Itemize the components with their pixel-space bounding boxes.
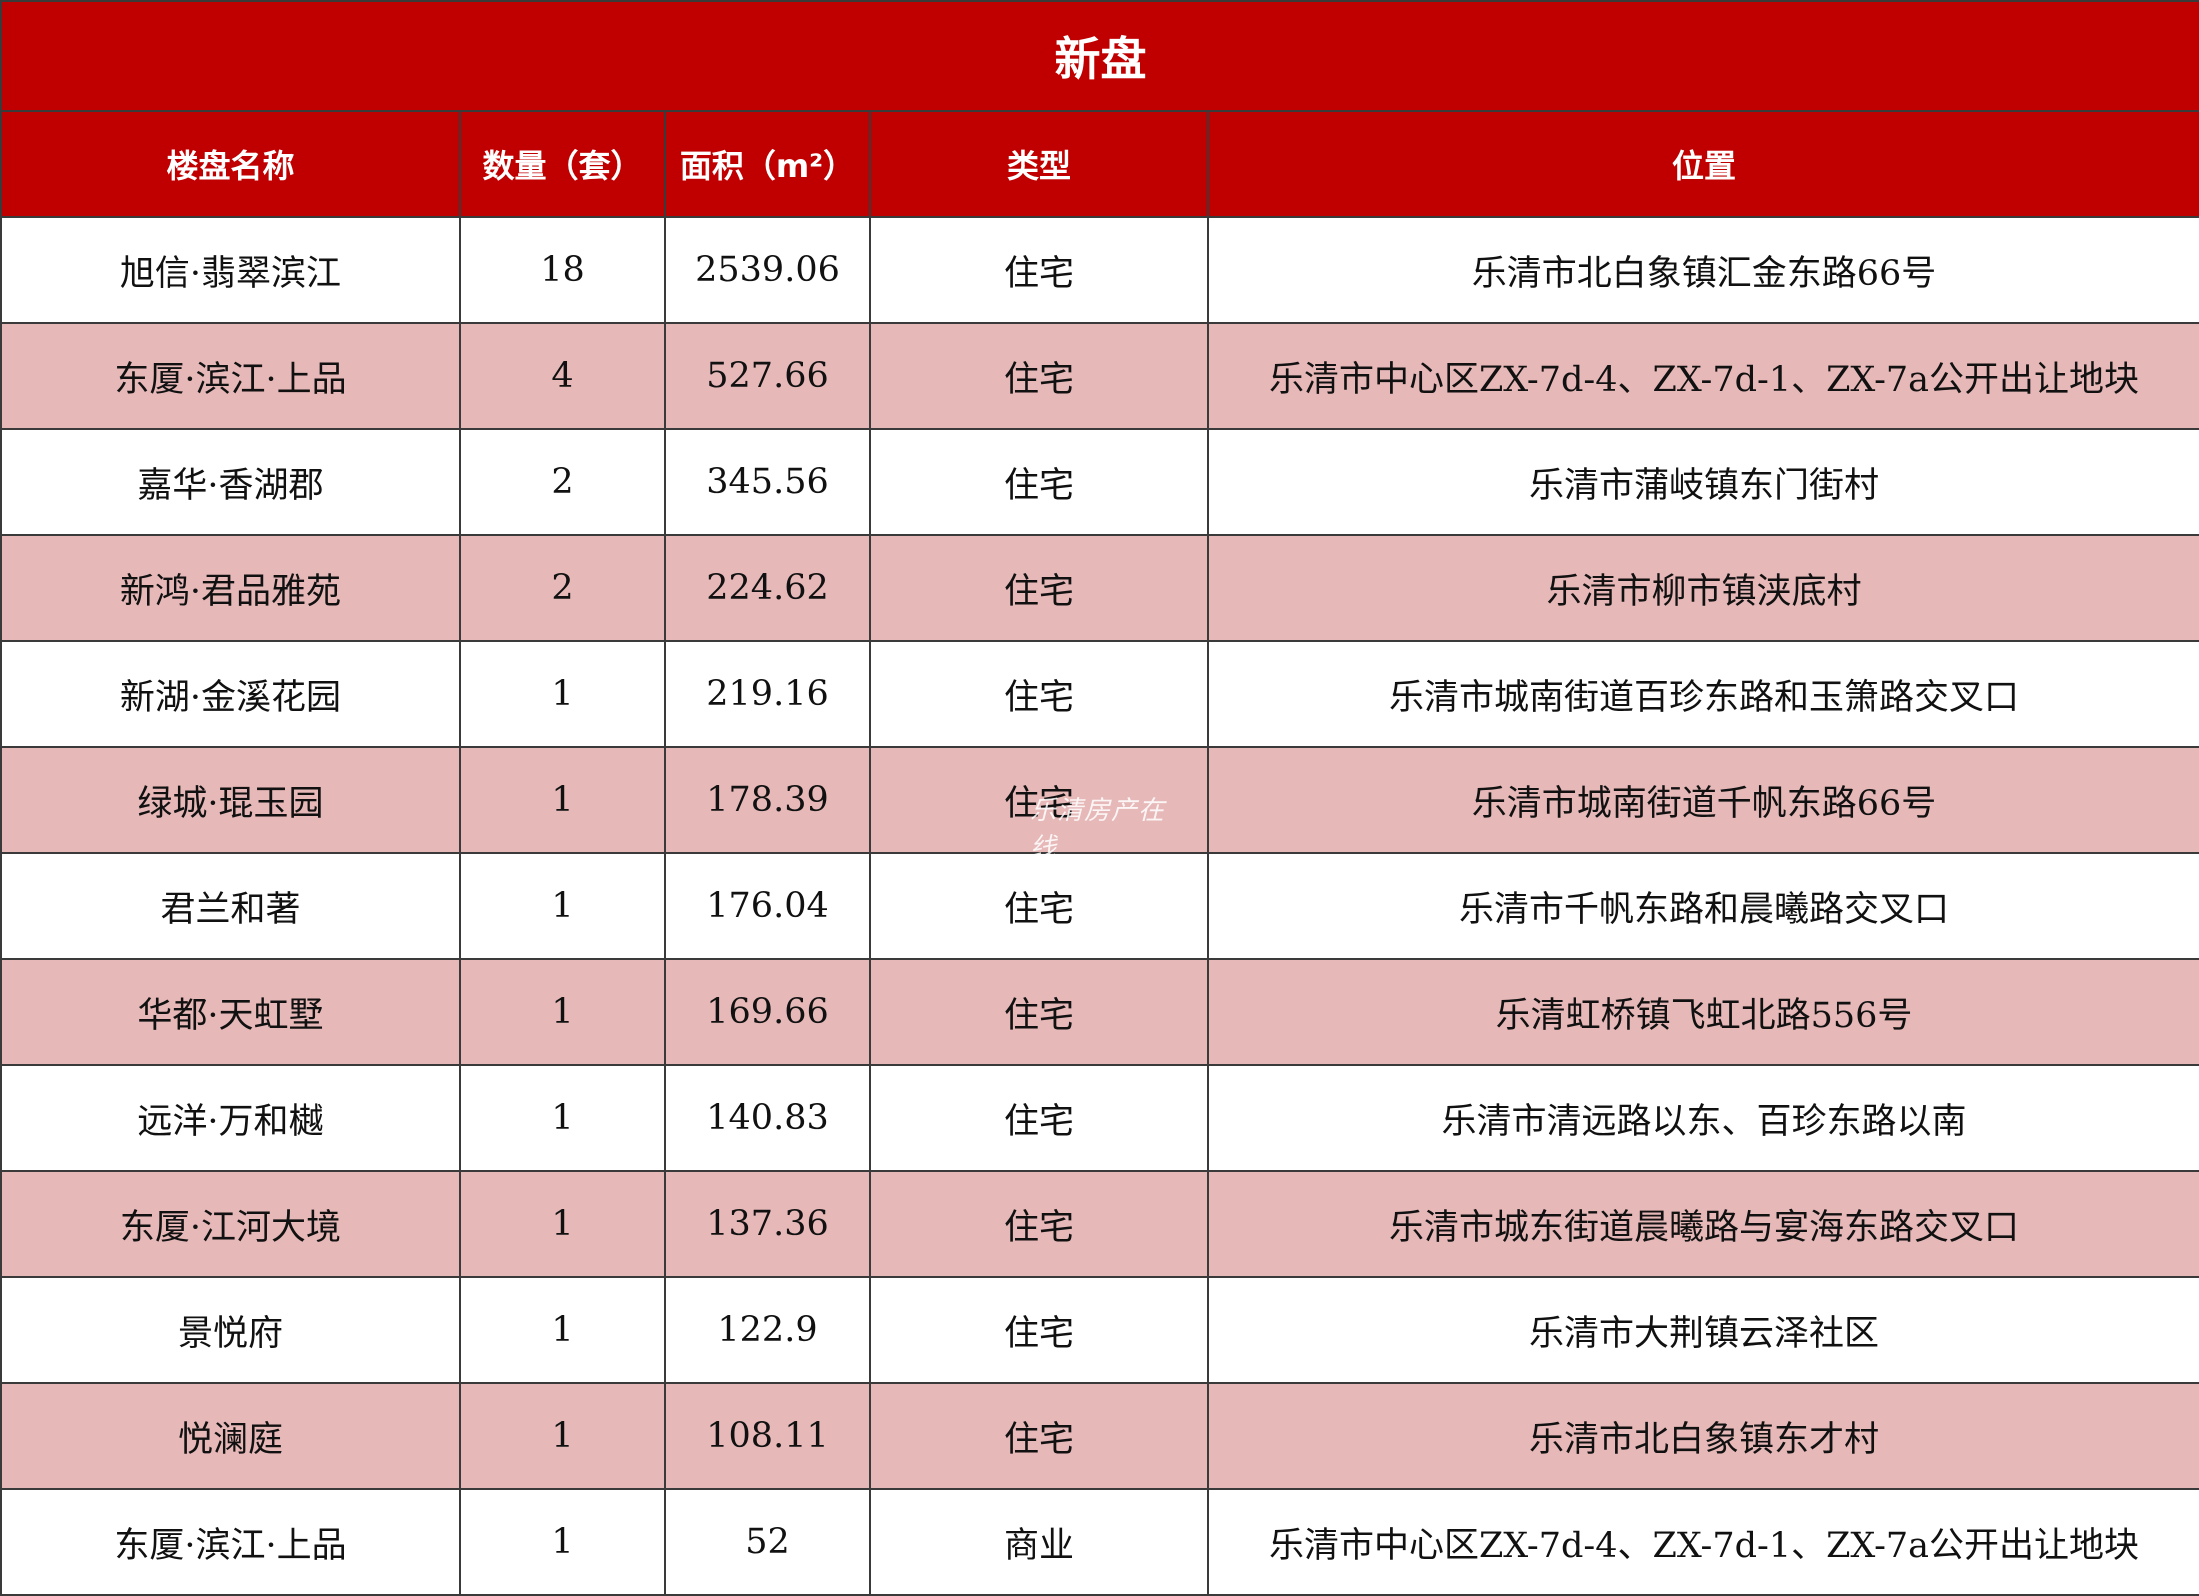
cell-type: 住宅 bbox=[869, 534, 1209, 642]
cell-type: 住宅 bbox=[869, 852, 1209, 960]
cell-name: 华都·天虹墅 bbox=[0, 958, 461, 1066]
table-row: 嘉华·香湖郡 2 345.56 住宅 乐清市蒲岐镇东门街村 bbox=[0, 428, 2199, 536]
cell-area: 176.04 bbox=[664, 852, 871, 960]
cell-type: 住宅 bbox=[869, 1064, 1209, 1172]
cell-count: 1 bbox=[459, 640, 666, 748]
cell-area: 178.39 bbox=[664, 746, 871, 854]
table-row: 东厦·滨江·上品 1 52 商业 乐清市中心区ZX-7d-4、ZX-7d-1、ZX-7a… bbox=[0, 1488, 2199, 1596]
cell-location: 乐清市蒲岐镇东门街村 bbox=[1206, 428, 2199, 536]
cell-area: 169.66 bbox=[664, 958, 871, 1066]
cell-count: 2 bbox=[459, 534, 666, 642]
cell-type: 住宅 bbox=[869, 640, 1209, 748]
cell-name: 东厦·滨江·上品 bbox=[0, 322, 461, 430]
table-row: 新湖·金溪花园 1 219.16 住宅 乐清市城南街道百珍东路和玉箫路交叉口 bbox=[0, 640, 2199, 748]
table-row: 绿城·琨玉园 1 178.39 住宅 乐清市城南街道千帆东路66号 bbox=[0, 746, 2199, 854]
cell-type: 住宅 bbox=[869, 322, 1209, 430]
table-row: 君兰和著 1 176.04 住宅 乐清市千帆东路和晨曦路交叉口 bbox=[0, 852, 2199, 960]
new-listings-table: 新盘 楼盘名称 数量（套） 面积（m²） 类型 位置 旭信·翡翠滨江 18 2539… bbox=[0, 0, 2199, 1596]
cell-location: 乐清虹桥镇飞虹北路556号 bbox=[1206, 958, 2199, 1066]
cell-name: 君兰和著 bbox=[0, 852, 461, 960]
cell-name: 悦澜庭 bbox=[0, 1382, 461, 1490]
data-table-sheet: 新盘 楼盘名称 数量（套） 面积（m²） 类型 位置 旭信·翡翠滨江 18 2539… bbox=[0, 0, 2199, 1596]
table-row: 远洋·万和樾 1 140.83 住宅 乐清市清远路以东、百珍东路以南 bbox=[0, 1064, 2199, 1172]
cell-type: 住宅 bbox=[869, 958, 1209, 1066]
cell-name: 新湖·金溪花园 bbox=[0, 640, 461, 748]
cell-area: 224.62 bbox=[664, 534, 871, 642]
table-row: 悦澜庭 1 108.11 住宅 乐清市北白象镇东才村 bbox=[0, 1382, 2199, 1490]
cell-count: 18 bbox=[459, 216, 666, 324]
cell-count: 1 bbox=[459, 746, 666, 854]
column-header-area: 面积（m²） bbox=[664, 110, 871, 218]
table-row: 景悦府 1 122.9 住宅 乐清市大荆镇云泽社区 bbox=[0, 1276, 2199, 1384]
cell-name: 旭信·翡翠滨江 bbox=[0, 216, 461, 324]
cell-type: 住宅 bbox=[869, 1382, 1209, 1490]
table-row: 华都·天虹墅 1 169.66 住宅 乐清虹桥镇飞虹北路556号 bbox=[0, 958, 2199, 1066]
cell-area: 108.11 bbox=[664, 1382, 871, 1490]
cell-type: 住宅 bbox=[869, 1170, 1209, 1278]
cell-area: 219.16 bbox=[664, 640, 871, 748]
cell-name: 景悦府 bbox=[0, 1276, 461, 1384]
cell-type: 住宅 bbox=[869, 216, 1209, 324]
cell-type: 住宅 bbox=[869, 746, 1209, 854]
cell-location: 乐清市中心区ZX-7d-4、ZX-7d-1、ZX-7a公开出让地块 bbox=[1206, 1488, 2199, 1596]
cell-type: 住宅 bbox=[869, 428, 1209, 536]
cell-location: 乐清市千帆东路和晨曦路交叉口 bbox=[1206, 852, 2199, 960]
cell-count: 1 bbox=[459, 852, 666, 960]
column-header-location: 位置 bbox=[1206, 110, 2199, 218]
cell-location: 乐清市城南街道百珍东路和玉箫路交叉口 bbox=[1206, 640, 2199, 748]
cell-count: 2 bbox=[459, 428, 666, 536]
cell-location: 乐清市城南街道千帆东路66号 bbox=[1206, 746, 2199, 854]
cell-name: 嘉华·香湖郡 bbox=[0, 428, 461, 536]
cell-location: 乐清市中心区ZX-7d-4、ZX-7d-1、ZX-7a公开出让地块 bbox=[1206, 322, 2199, 430]
cell-name: 远洋·万和樾 bbox=[0, 1064, 461, 1172]
cell-name: 新鸿·君品雅苑 bbox=[0, 534, 461, 642]
cell-count: 1 bbox=[459, 1170, 666, 1278]
table-header-row: 楼盘名称 数量（套） 面积（m²） 类型 位置 bbox=[0, 110, 2199, 218]
column-header-type: 类型 bbox=[869, 110, 1209, 218]
cell-area: 137.36 bbox=[664, 1170, 871, 1278]
cell-location: 乐清市北白象镇汇金东路66号 bbox=[1206, 216, 2199, 324]
cell-area: 52 bbox=[664, 1488, 871, 1596]
cell-name: 东厦·江河大境 bbox=[0, 1170, 461, 1278]
cell-count: 1 bbox=[459, 1488, 666, 1596]
cell-area: 527.66 bbox=[664, 322, 871, 430]
cell-type: 住宅 bbox=[869, 1276, 1209, 1384]
cell-location: 乐清市北白象镇东才村 bbox=[1206, 1382, 2199, 1490]
cell-count: 1 bbox=[459, 1064, 666, 1172]
cell-area: 345.56 bbox=[664, 428, 871, 536]
table-row: 新鸿·君品雅苑 2 224.62 住宅 乐清市柳市镇浃底村 bbox=[0, 534, 2199, 642]
cell-name: 绿城·琨玉园 bbox=[0, 746, 461, 854]
cell-location: 乐清市柳市镇浃底村 bbox=[1206, 534, 2199, 642]
cell-area: 140.83 bbox=[664, 1064, 871, 1172]
table-row: 东厦·江河大境 1 137.36 住宅 乐清市城东街道晨曦路与宴海东路交叉口 bbox=[0, 1170, 2199, 1278]
table-row: 旭信·翡翠滨江 18 2539.06 住宅 乐清市北白象镇汇金东路66号 bbox=[0, 216, 2199, 324]
cell-area: 2539.06 bbox=[664, 216, 871, 324]
cell-count: 4 bbox=[459, 322, 666, 430]
table-title: 新盘 bbox=[0, 0, 2199, 112]
cell-type: 商业 bbox=[869, 1488, 1209, 1596]
cell-count: 1 bbox=[459, 1382, 666, 1490]
cell-area: 122.9 bbox=[664, 1276, 871, 1384]
column-header-name: 楼盘名称 bbox=[0, 110, 461, 218]
cell-name: 东厦·滨江·上品 bbox=[0, 1488, 461, 1596]
cell-location: 乐清市清远路以东、百珍东路以南 bbox=[1206, 1064, 2199, 1172]
column-header-count: 数量（套） bbox=[459, 110, 666, 218]
cell-location: 乐清市大荆镇云泽社区 bbox=[1206, 1276, 2199, 1384]
cell-count: 1 bbox=[459, 1276, 666, 1384]
cell-count: 1 bbox=[459, 958, 666, 1066]
cell-location: 乐清市城东街道晨曦路与宴海东路交叉口 bbox=[1206, 1170, 2199, 1278]
table-title-row: 新盘 bbox=[0, 0, 2199, 112]
table-row: 东厦·滨江·上品 4 527.66 住宅 乐清市中心区ZX-7d-4、ZX-7d-1、Z… bbox=[0, 322, 2199, 430]
